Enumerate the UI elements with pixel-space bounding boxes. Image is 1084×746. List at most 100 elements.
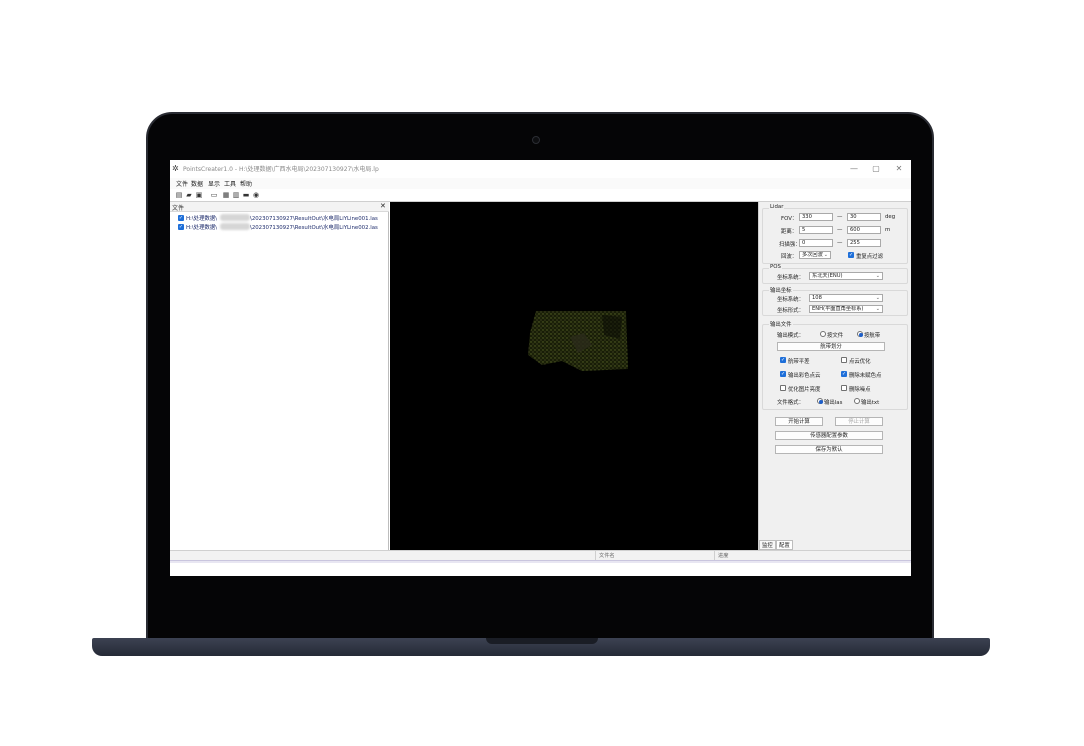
- new-file-icon[interactable]: ▤: [175, 191, 183, 199]
- output-form-label: 坐标形式：: [777, 308, 804, 314]
- distance-min-input[interactable]: 5: [799, 226, 833, 234]
- tab-monitor[interactable]: 监控: [759, 540, 776, 550]
- format-las-label: 输出las: [824, 400, 843, 406]
- echo-value: 多次回波: [802, 252, 823, 258]
- dash: —: [837, 227, 843, 233]
- menu-bar: 文件 数据 显示 工具 帮助: [170, 178, 911, 189]
- delete-uncolored-label: 删除未赋色点: [849, 373, 882, 379]
- menu-help[interactable]: 帮助: [240, 179, 252, 188]
- eye-settings-icon[interactable]: ◉: [252, 191, 260, 199]
- start-button[interactable]: 开始计算: [775, 417, 823, 426]
- status-bar: 文件名 进度: [170, 550, 911, 560]
- window-title: PointsCreater1.0 - H:\处理数据\广西水电局\2023071…: [183, 166, 379, 173]
- delete-uncolored-checkbox[interactable]: ✓: [841, 371, 847, 377]
- output-file-group-label: 输出文件: [769, 320, 793, 328]
- open-icon[interactable]: ▦: [222, 191, 230, 199]
- redacted-segment: [220, 223, 250, 230]
- scan-label: 扫描强：: [779, 242, 801, 248]
- denoise-checkbox[interactable]: [841, 385, 847, 391]
- scan-min-input[interactable]: 0: [799, 239, 833, 247]
- pos-coord-value: 东北天(ENU): [812, 273, 843, 279]
- file-panel-header: 文件 ✕: [170, 202, 389, 212]
- strip-split-button[interactable]: 航带划分: [777, 342, 885, 351]
- stop-button[interactable]: 停止计算: [835, 417, 883, 426]
- checkbox[interactable]: ✓: [178, 224, 184, 230]
- scan-max-input[interactable]: 255: [847, 239, 881, 247]
- brightness-checkbox[interactable]: [780, 385, 786, 391]
- format-txt-label: 输出txt: [861, 400, 880, 406]
- gear-icon: ✲: [172, 164, 179, 173]
- point-cloud-viewport[interactable]: [390, 202, 758, 550]
- menu-tools[interactable]: 工具: [224, 179, 236, 188]
- output-mode-label: 输出模式：: [777, 333, 804, 339]
- chevron-down-icon: ⌄: [875, 306, 880, 312]
- echo-select[interactable]: 多次回波 ⌄: [799, 251, 831, 259]
- file-item[interactable]: ✓ H:\处理数据\ \202307130927\ResultOut\水电局Li…: [178, 214, 390, 223]
- cloud-optimize-checkbox[interactable]: [841, 357, 847, 363]
- file-panel: 文件 ✕ ✓ H:\处理数据\ \202307130927\ResultOut\…: [170, 202, 389, 550]
- output-form-select[interactable]: ENH(平面直角坐标系) ⌄: [809, 305, 883, 313]
- format-las-radio[interactable]: [817, 398, 823, 404]
- camera-icon: [532, 136, 540, 144]
- mode-by-strip-radio[interactable]: [857, 331, 863, 337]
- output-coord-value: 108: [812, 295, 822, 301]
- toolbar: ▤ ▰ ▣ ▭ ▦ ▥ ▬ ◉: [170, 189, 911, 202]
- tab-config[interactable]: 配置: [776, 540, 793, 550]
- monitor-icon[interactable]: ▬: [242, 191, 250, 199]
- redacted-segment: [220, 214, 250, 221]
- point-cloud: [528, 311, 628, 371]
- divider: [595, 551, 596, 560]
- print-icon[interactable]: ▭: [210, 191, 218, 199]
- pos-group-label: POS: [769, 264, 782, 270]
- output-form-value: ENH(平面直角坐标系): [812, 306, 864, 312]
- save-default-button[interactable]: 保存为默认: [775, 445, 883, 454]
- maximize-button[interactable]: ▢: [866, 163, 886, 175]
- file-path-suffix: \202307130927\ResultOut\水电局LiYLine001.la…: [250, 216, 378, 222]
- pos-coord-select[interactable]: 东北天(ENU) ⌄: [809, 272, 883, 280]
- chevron-down-icon: ⌄: [875, 273, 880, 279]
- menu-file[interactable]: 文件: [176, 179, 188, 188]
- open-folder-icon[interactable]: ▰: [185, 191, 193, 199]
- fov-label: FOV：: [781, 216, 798, 222]
- format-txt-radio[interactable]: [854, 398, 860, 404]
- pos-coord-label: 坐标系统：: [777, 275, 804, 281]
- checkbox[interactable]: ✓: [178, 215, 184, 221]
- output-coord-label: 坐标系统：: [777, 297, 804, 303]
- sensor-config-button[interactable]: 传感器配置参数: [775, 431, 883, 440]
- file-item[interactable]: ✓ H:\处理数据\ \202307130927\ResultOut\水电局Li…: [178, 223, 390, 232]
- fov-max-input[interactable]: 30: [847, 213, 881, 221]
- close-icon[interactable]: ✕: [380, 202, 386, 210]
- minimize-button[interactable]: —: [844, 163, 864, 175]
- file-panel-title: 文件: [172, 205, 185, 212]
- close-button[interactable]: ✕: [889, 163, 909, 175]
- mode-by-file-radio[interactable]: [820, 331, 826, 337]
- menu-display[interactable]: 显示: [208, 179, 220, 188]
- save-icon[interactable]: ▣: [195, 191, 203, 199]
- brightness-label: 优化图片亮度: [788, 387, 821, 393]
- strip-adjust-checkbox[interactable]: ✓: [780, 357, 786, 363]
- strip-adjust-label: 航带平差: [788, 359, 810, 365]
- file-path-prefix: H:\处理数据\: [186, 225, 218, 231]
- cloud-optimize-label: 点云优化: [849, 359, 871, 365]
- distance-unit: m: [885, 227, 891, 233]
- distance-max-input[interactable]: 600: [847, 226, 881, 234]
- denoise-label: 删除噪点: [849, 387, 871, 393]
- table-icon[interactable]: ▥: [232, 191, 240, 199]
- app-window: ✲ PointsCreater1.0 - H:\处理数据\广西水电局\20230…: [170, 160, 911, 576]
- divider: [714, 551, 715, 560]
- color-cloud-checkbox[interactable]: ✓: [780, 371, 786, 377]
- bottom-strip: [170, 560, 911, 563]
- dash: —: [837, 214, 843, 220]
- output-coord-select[interactable]: 108 ⌄: [809, 294, 883, 302]
- mode-by-file-label: 按文件: [827, 333, 844, 339]
- repeat-filter-checkbox[interactable]: ✓: [848, 252, 854, 258]
- fov-min-input[interactable]: 330: [799, 213, 833, 221]
- dash: —: [837, 240, 843, 246]
- file-path-suffix: \202307130927\ResultOut\水电局LiYLine002.la…: [250, 225, 378, 231]
- chevron-down-icon: ⌄: [875, 295, 880, 301]
- title-bar: ✲ PointsCreater1.0 - H:\处理数据\广西水电局\20230…: [170, 160, 911, 178]
- fov-unit: deg: [885, 214, 896, 220]
- chevron-down-icon: ⌄: [823, 252, 828, 258]
- menu-data[interactable]: 数据: [191, 179, 203, 188]
- settings-panel: Lidar FOV： 330 — 30 deg 距离： 5 — 600 m 扫描…: [758, 202, 911, 550]
